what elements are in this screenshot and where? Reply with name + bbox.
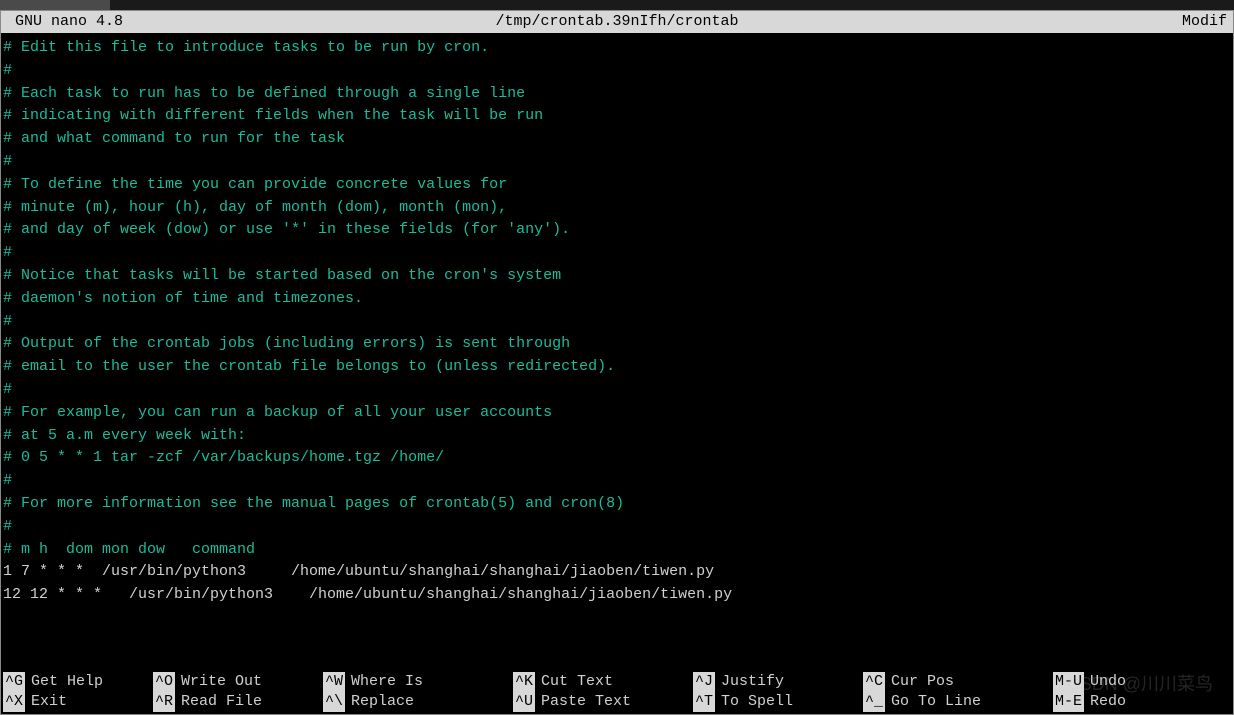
shortcut-label: Cut Text xyxy=(541,672,613,692)
shortcut-justify[interactable]: ^J Justify xyxy=(693,672,863,692)
comment-line[interactable]: # and what command to run for the task xyxy=(3,128,1231,151)
shortcut-key: ^R xyxy=(153,692,175,712)
comment-line[interactable]: # xyxy=(3,311,1231,334)
shortcut-key: M-U xyxy=(1053,672,1084,692)
shortcut-cut-text[interactable]: ^K Cut Text xyxy=(513,672,693,692)
comment-line[interactable]: # m h dom mon dow command xyxy=(3,539,1231,562)
tab-bar xyxy=(0,0,1234,10)
shortcut-key: ^_ xyxy=(863,692,885,712)
comment-line[interactable]: # at 5 a.m every week with: xyxy=(3,425,1231,448)
shortcut-get-help[interactable]: ^G Get Help xyxy=(3,672,153,692)
shortcut-label: Replace xyxy=(351,692,414,712)
comment-line[interactable]: # For example, you can run a backup of a… xyxy=(3,402,1231,425)
shortcut-label: To Spell xyxy=(721,692,793,712)
shortcut-key: ^W xyxy=(323,672,345,692)
shortcut-key: ^K xyxy=(513,672,535,692)
shortcut-label: Undo xyxy=(1090,672,1126,692)
shortcut-undo[interactable]: M-U Undo xyxy=(1053,672,1183,692)
shortcut-paste-text[interactable]: ^U Paste Text xyxy=(513,692,693,712)
comment-line[interactable]: # indicating with different fields when … xyxy=(3,105,1231,128)
comment-line[interactable]: # xyxy=(3,470,1231,493)
shortcut-bar: ^G Get Help ^O Write Out ^W Where Is ^K Cut Tex… xyxy=(1,672,1233,714)
shortcut-key: ^T xyxy=(693,692,715,712)
cron-entry[interactable]: 1 7 * * * /usr/bin/python3 /home/ubuntu/… xyxy=(3,561,1231,584)
comment-line[interactable]: # To define the time you can provide con… xyxy=(3,174,1231,197)
shortcut-redo[interactable]: M-E Redo xyxy=(1053,692,1183,712)
shortcut-label: Go To Line xyxy=(891,692,981,712)
shortcut-label: Exit xyxy=(31,692,67,712)
comment-line[interactable]: # For more information see the manual pa… xyxy=(3,493,1231,516)
shortcut-key: ^G xyxy=(3,672,25,692)
comment-line[interactable]: # Edit this file to introduce tasks to b… xyxy=(3,37,1231,60)
editor-container: GNU nano 4.8 /tmp/crontab.39nIfh/crontab… xyxy=(0,10,1234,715)
comment-line[interactable]: # xyxy=(3,379,1231,402)
shortcut-label: Cur Pos xyxy=(891,672,954,692)
file-path: /tmp/crontab.39nIfh/crontab xyxy=(495,13,738,31)
shortcut-exit[interactable]: ^X Exit xyxy=(3,692,153,712)
comment-line[interactable]: # Output of the crontab jobs (including … xyxy=(3,333,1231,356)
shortcut-key: ^U xyxy=(513,692,535,712)
shortcut-key: M-E xyxy=(1053,692,1084,712)
shortcut-label: Get Help xyxy=(31,672,103,692)
comment-line[interactable]: # Each task to run has to be defined thr… xyxy=(3,83,1231,106)
active-tab[interactable] xyxy=(0,0,110,10)
shortcut-key: ^C xyxy=(863,672,885,692)
shortcut-key: ^X xyxy=(3,692,25,712)
comment-line[interactable]: # daemon's notion of time and timezones. xyxy=(3,288,1231,311)
comment-line[interactable]: # 0 5 * * 1 tar -zcf /var/backups/home.t… xyxy=(3,447,1231,470)
shortcut-label: Justify xyxy=(721,672,784,692)
shortcut-replace[interactable]: ^\ Replace xyxy=(323,692,513,712)
shortcut-label: Redo xyxy=(1090,692,1126,712)
shortcut-write-out[interactable]: ^O Write Out xyxy=(153,672,323,692)
shortcut-key: ^\ xyxy=(323,692,345,712)
shortcut-where-is[interactable]: ^W Where Is xyxy=(323,672,513,692)
comment-line[interactable]: # email to the user the crontab file bel… xyxy=(3,356,1231,379)
comment-line[interactable]: # xyxy=(3,242,1231,265)
editor-name: GNU nano 4.8 xyxy=(15,13,123,31)
shortcut-label: Write Out xyxy=(181,672,262,692)
nano-header: GNU nano 4.8 /tmp/crontab.39nIfh/crontab… xyxy=(1,11,1233,33)
comment-line[interactable]: # xyxy=(3,60,1231,83)
file-status: Modif xyxy=(1182,13,1227,31)
cron-entry[interactable]: 12 12 * * * /usr/bin/python3 /home/ubunt… xyxy=(3,584,1231,607)
shortcut-label: Paste Text xyxy=(541,692,631,712)
shortcut-label: Read File xyxy=(181,692,262,712)
shortcut-cur-pos[interactable]: ^C Cur Pos xyxy=(863,672,1053,692)
editor-content[interactable]: # Edit this file to introduce tasks to b… xyxy=(1,33,1233,611)
shortcut-to-spell[interactable]: ^T To Spell xyxy=(693,692,863,712)
comment-line[interactable]: # and day of week (dow) or use '*' in th… xyxy=(3,219,1231,242)
shortcut-go-to-line[interactable]: ^_ Go To Line xyxy=(863,692,1053,712)
shortcut-read-file[interactable]: ^R Read File xyxy=(153,692,323,712)
shortcut-label: Where Is xyxy=(351,672,423,692)
shortcut-key: ^O xyxy=(153,672,175,692)
comment-line[interactable]: # xyxy=(3,516,1231,539)
comment-line[interactable]: # Notice that tasks will be started base… xyxy=(3,265,1231,288)
comment-line[interactable]: # xyxy=(3,151,1231,174)
shortcut-key: ^J xyxy=(693,672,715,692)
comment-line[interactable]: # minute (m), hour (h), day of month (do… xyxy=(3,197,1231,220)
